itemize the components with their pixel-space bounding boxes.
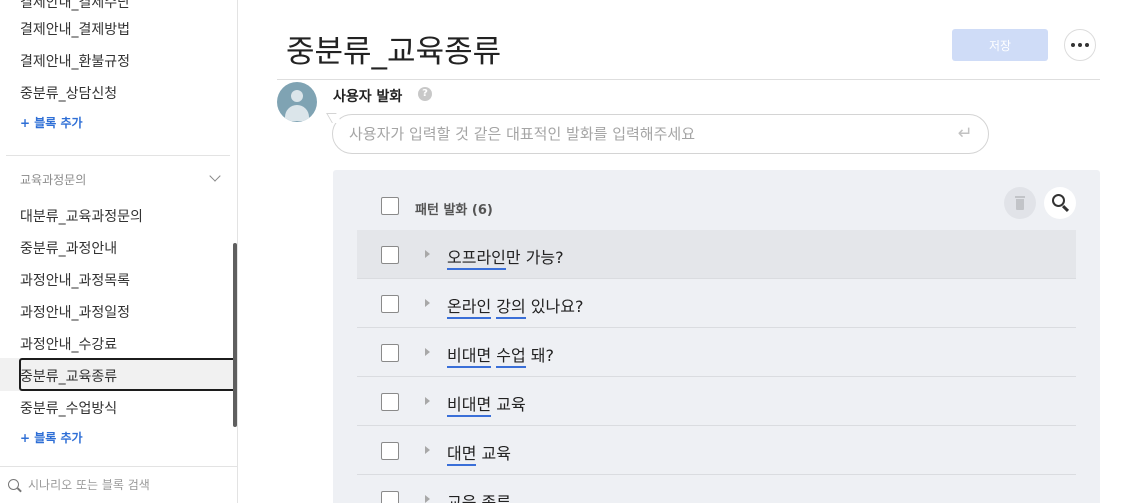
expand-caret-icon[interactable] xyxy=(425,446,430,454)
token: 있나요? xyxy=(525,297,584,316)
pattern-row-checkbox[interactable] xyxy=(381,295,399,313)
pattern-row-checkbox[interactable] xyxy=(381,393,399,411)
enter-icon[interactable]: ↵ xyxy=(955,124,975,144)
pattern-row[interactable]: 교육 종류 xyxy=(357,475,1076,503)
sidebar-item[interactable]: 결제안내_환불규정 xyxy=(20,51,130,71)
entity-token: 비대면 xyxy=(447,346,492,368)
pattern-text[interactable]: 교육 종류 xyxy=(447,489,511,503)
token: 만 가능? xyxy=(505,248,564,267)
add-block-button[interactable]: + 블록 추가 xyxy=(20,429,83,446)
sidebar-item[interactable]: 중분류_수업방식 xyxy=(20,398,117,418)
add-block-button[interactable]: + 블록 추가 xyxy=(20,114,83,131)
sidebar-item[interactable]: 대분류_교육과정문의 xyxy=(20,206,143,226)
sidebar: 결제안내_결제수단 결제안내_결제방법 결제안내_환불규정 중분류_상담신청 +… xyxy=(0,0,238,503)
search-icon xyxy=(8,479,19,490)
delete-button[interactable] xyxy=(1004,187,1036,219)
sidebar-group-label[interactable]: 교육과정문의 xyxy=(20,171,86,188)
select-all-checkbox[interactable] xyxy=(381,197,399,215)
token: 교육 종류 xyxy=(447,493,511,503)
pattern-row-checkbox[interactable] xyxy=(381,344,399,362)
save-button[interactable]: 저장 xyxy=(952,29,1048,61)
pattern-search-button[interactable] xyxy=(1044,187,1076,219)
expand-caret-icon[interactable] xyxy=(425,495,430,503)
sidebar-item[interactable]: 과정안내_과정목록 xyxy=(20,270,130,290)
pattern-text[interactable]: 대면 교육 xyxy=(447,440,511,466)
trash-icon xyxy=(1015,196,1025,198)
more-dot-icon xyxy=(1078,43,1082,47)
token: 교육 xyxy=(476,444,511,463)
pattern-row[interactable]: 비대면 교육 xyxy=(357,377,1076,426)
pattern-row-checkbox[interactable] xyxy=(381,246,399,264)
pattern-text[interactable]: 온라인 강의 있나요? xyxy=(447,293,584,319)
pattern-text[interactable]: 비대면 교육 xyxy=(447,391,526,417)
pattern-row[interactable]: 오프라인만 가능? xyxy=(357,230,1076,279)
pattern-header-label: 패턴 발화 (6) xyxy=(415,203,493,218)
expand-caret-icon[interactable] xyxy=(425,397,430,405)
sidebar-search-input[interactable] xyxy=(28,476,228,494)
sidebar-item[interactable]: 결제안내_결제방법 xyxy=(20,19,130,39)
sidebar-item-cutoff[interactable]: 결제안내_결제수단 xyxy=(20,0,130,12)
pattern-row-checkbox[interactable] xyxy=(381,491,399,503)
more-options-button[interactable] xyxy=(1064,29,1096,61)
user-utterance-label: 사용자 발화 xyxy=(333,89,403,105)
pattern-row[interactable]: 온라인 강의 있나요? xyxy=(357,279,1076,328)
entity-token: 온라인 xyxy=(447,297,492,319)
pattern-text[interactable]: 비대면 수업 돼? xyxy=(447,342,555,368)
sidebar-item[interactable]: 과정안내_과정일정 xyxy=(20,302,130,322)
sidebar-divider xyxy=(6,155,230,156)
sidebar-scrollbar[interactable] xyxy=(233,243,237,427)
sidebar-item[interactable]: 중분류_과정안내 xyxy=(20,238,117,258)
pattern-row[interactable]: 대면 교육 xyxy=(357,426,1076,475)
utterance-input[interactable] xyxy=(349,123,939,145)
page-title: 중분류_교육종류 xyxy=(286,34,502,70)
speech-bubble-tail xyxy=(326,113,342,123)
help-icon[interactable]: ? xyxy=(418,87,432,101)
more-dot-icon xyxy=(1071,43,1075,47)
entity-token: 수업 xyxy=(496,346,526,368)
token: 교육 xyxy=(491,395,526,414)
sidebar-item[interactable]: 중분류_상담신청 xyxy=(20,83,117,103)
pattern-row[interactable]: 비대면 수업 돼? xyxy=(357,328,1076,377)
entity-token: 대면 xyxy=(447,444,477,466)
chevron-down-icon[interactable] xyxy=(209,170,221,182)
sidebar-item-selected[interactable]: 중분류_교육종류 xyxy=(20,366,117,386)
entity-token: 강의 xyxy=(496,297,526,319)
app-window: 결제안내_결제수단 결제안내_결제방법 결제안내_환불규정 중분류_상담신청 +… xyxy=(0,0,1134,503)
token: 돼? xyxy=(525,346,555,365)
more-dot-icon xyxy=(1085,43,1089,47)
pattern-text[interactable]: 오프라인만 가능? xyxy=(447,244,564,270)
search-divider xyxy=(0,466,237,467)
title-divider xyxy=(277,79,1100,80)
sidebar-item[interactable]: 과정안내_수강료 xyxy=(20,334,117,354)
expand-caret-icon[interactable] xyxy=(425,250,430,258)
entity-token: 비대면 xyxy=(447,395,492,417)
user-avatar-icon xyxy=(277,82,317,122)
expand-caret-icon[interactable] xyxy=(425,348,430,356)
expand-caret-icon[interactable] xyxy=(425,299,430,307)
pattern-row-checkbox[interactable] xyxy=(381,442,399,460)
entity-token: 오프라인 xyxy=(447,248,506,270)
